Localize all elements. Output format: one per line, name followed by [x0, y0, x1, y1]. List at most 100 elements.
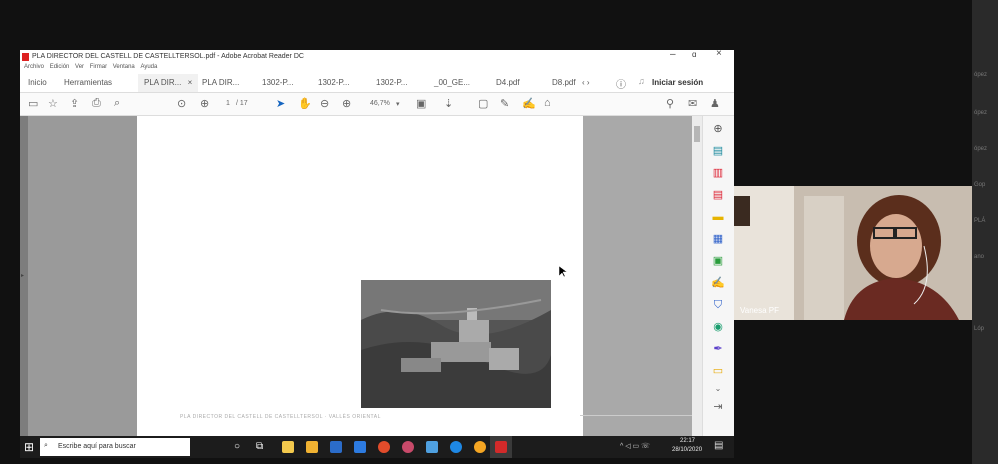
minimize-button[interactable]: –: [670, 50, 676, 60]
email-icon[interactable]: ✉: [688, 97, 697, 110]
windows-start-icon[interactable]: ⊞: [24, 441, 36, 453]
star-icon[interactable]: ☆: [48, 97, 58, 110]
pen-icon[interactable]: ✎: [500, 97, 509, 110]
mail-icon[interactable]: [330, 441, 342, 453]
search-icon[interactable]: ⌕: [114, 97, 120, 110]
export-pdf-icon[interactable]: ▤: [711, 144, 725, 158]
edit-pdf-icon[interactable]: ▣: [711, 254, 725, 268]
app-icon[interactable]: [402, 441, 414, 453]
scrollbar-thumb[interactable]: [694, 126, 700, 142]
file-explorer-icon[interactable]: [306, 441, 318, 453]
protect-icon[interactable]: ⛉: [711, 298, 725, 312]
create-pdf-icon[interactable]: ▤: [711, 188, 725, 202]
taskbar-search[interactable]: ⌕ Escribe aquí para buscar: [40, 438, 190, 456]
print-icon[interactable]: ⎙: [92, 97, 101, 110]
search-icon: ⌕: [44, 442, 48, 449]
mouse-cursor-icon: [559, 266, 567, 278]
tab-doc[interactable]: 1302-P...: [262, 78, 293, 87]
combine-files-icon[interactable]: ▦: [711, 232, 725, 246]
viewer-margin-right: [583, 116, 695, 436]
participant-snippet: PLÁ: [974, 218, 986, 224]
hand-tool-icon[interactable]: ✋: [298, 97, 312, 110]
page-number[interactable]: 1: [226, 100, 230, 107]
title-bar: PLA DIRECTOR DEL CASTELL DE CASTELLTERSO…: [20, 50, 734, 64]
close-button[interactable]: ×: [716, 50, 722, 59]
tab-nav-arrows[interactable]: ‹ ›: [582, 78, 590, 87]
tab-doc[interactable]: _00_GE...: [434, 78, 470, 87]
optimize-icon[interactable]: ◉: [711, 320, 725, 334]
zoom-dropdown-icon[interactable]: ▾: [396, 100, 400, 108]
tab-doc[interactable]: D4.pdf: [496, 78, 520, 87]
zoom-in-icon[interactable]: ⊕: [342, 97, 351, 110]
participant-snippet: ópez: [974, 110, 988, 116]
tab-doc[interactable]: D8.pdf: [552, 78, 576, 87]
pin-panel-icon[interactable]: ⇥: [711, 400, 725, 414]
cortana-icon[interactable]: ○: [234, 441, 246, 453]
left-panel-arrow-icon[interactable]: ▸: [21, 272, 24, 279]
menu-archivo[interactable]: Archivo: [24, 64, 44, 70]
fit-page-icon[interactable]: ▣: [416, 97, 426, 110]
restore-button[interactable]: ɑ: [692, 50, 696, 59]
comment-icon[interactable]: ▢: [478, 97, 488, 110]
send-sign-icon[interactable]: ✒: [711, 342, 725, 356]
notifications-icon[interactable]: ▤: [714, 440, 723, 451]
menu-ventana[interactable]: Ventana: [113, 64, 135, 70]
tools-panel: ⊕ ▤ ▥ ▤ ▬ ▦ ▣ ✍ ⛉ ◉ ✒ ▭ ⌄ ⇥: [702, 116, 734, 436]
menu-bar: Archivo Edición Ver Firmar Ventana Ayuda: [20, 64, 734, 74]
app-icon[interactable]: [474, 441, 486, 453]
save-icon[interactable]: ▭: [28, 97, 38, 110]
bell-icon[interactable]: ♫: [638, 76, 645, 86]
edge-icon[interactable]: [450, 441, 462, 453]
windows-taskbar: ⊞ ⌕ Escribe aquí para buscar ○ ⧉ ^ ◁ ▭ ☏…: [20, 436, 734, 458]
store-icon[interactable]: [282, 441, 294, 453]
more-tools-icon[interactable]: ▭: [711, 364, 725, 378]
page-up-icon[interactable]: ⊙: [177, 97, 186, 110]
acrobat-window: PLA DIRECTOR DEL CASTELL DE CASTELLTERSO…: [20, 50, 734, 436]
chrome-icon[interactable]: [378, 441, 390, 453]
menu-ver[interactable]: Ver: [75, 64, 84, 70]
tab-doc[interactable]: 1302-P...: [376, 78, 407, 87]
acrobat-taskbar-button[interactable]: [490, 436, 512, 458]
menu-ayuda[interactable]: Ayuda: [140, 64, 157, 70]
sign-icon[interactable]: ✍: [522, 97, 536, 110]
tab-tools[interactable]: Herramientas: [64, 78, 112, 87]
fill-sign-icon[interactable]: ✍: [711, 276, 725, 290]
toolbar: ▭ ☆ ⇪ ⎙ ⌕ ⊙ ⊕ 1 / 17 ➤ ✋ ⊖ ⊕ 46,7% ▾ ▣ ⇣…: [20, 93, 734, 116]
task-view-icon[interactable]: ⧉: [256, 441, 268, 453]
zoom-tool-icon[interactable]: ⊕: [711, 122, 725, 136]
menu-edicion[interactable]: Edición: [50, 64, 70, 70]
tab-doc[interactable]: 1302-P...: [318, 78, 349, 87]
clock-time[interactable]: 22:17: [680, 438, 695, 444]
acrobat-icon: [495, 441, 507, 453]
zoom-out-icon[interactable]: ⊖: [320, 97, 329, 110]
app-icon[interactable]: [426, 441, 438, 453]
help-icon[interactable]: ⓘ: [616, 76, 626, 91]
tab-doc-active[interactable]: PLA DIR... ×: [138, 74, 199, 92]
zoom-level[interactable]: 46,7%: [370, 100, 390, 107]
comment-tool-icon[interactable]: ▬: [711, 210, 725, 224]
tab-close-icon[interactable]: ×: [188, 78, 193, 87]
share-link-icon[interactable]: ⚲: [666, 97, 674, 110]
participant-video: [734, 186, 972, 320]
acrobat-icon: [22, 53, 29, 61]
page-footer-text: PLA DIRECTOR DEL CASTELL DE CASTELLTERSO…: [180, 414, 381, 420]
organize-pages-icon[interactable]: ▥: [711, 166, 725, 180]
window-title: PLA DIRECTOR DEL CASTELL DE CASTELLTERSO…: [32, 53, 304, 60]
participant-snippet: ópez: [974, 146, 988, 152]
clock-date[interactable]: 28/10/2020: [672, 447, 702, 453]
tab-home[interactable]: Inicio: [28, 78, 47, 87]
sign-in-button[interactable]: Iniciar sesión: [652, 78, 703, 87]
vertical-scrollbar[interactable]: [692, 116, 702, 436]
expand-panel-icon[interactable]: ⌄: [711, 382, 725, 396]
select-cursor-icon[interactable]: ➤: [276, 97, 285, 110]
webcam-feed: Vanesa PF: [734, 186, 972, 320]
upload-icon[interactable]: ⇪: [70, 97, 79, 110]
tag-icon[interactable]: ⌂: [544, 97, 551, 109]
menu-firmar[interactable]: Firmar: [90, 64, 107, 70]
app-icon[interactable]: [354, 441, 366, 453]
system-tray-icons[interactable]: ^ ◁ ▭ ☏: [620, 442, 650, 450]
tab-doc[interactable]: PLA DIR...: [202, 78, 239, 87]
scroll-mode-icon[interactable]: ⇣: [444, 97, 453, 110]
page-down-icon[interactable]: ⊕: [200, 97, 209, 110]
add-user-icon[interactable]: ♟: [710, 97, 720, 110]
